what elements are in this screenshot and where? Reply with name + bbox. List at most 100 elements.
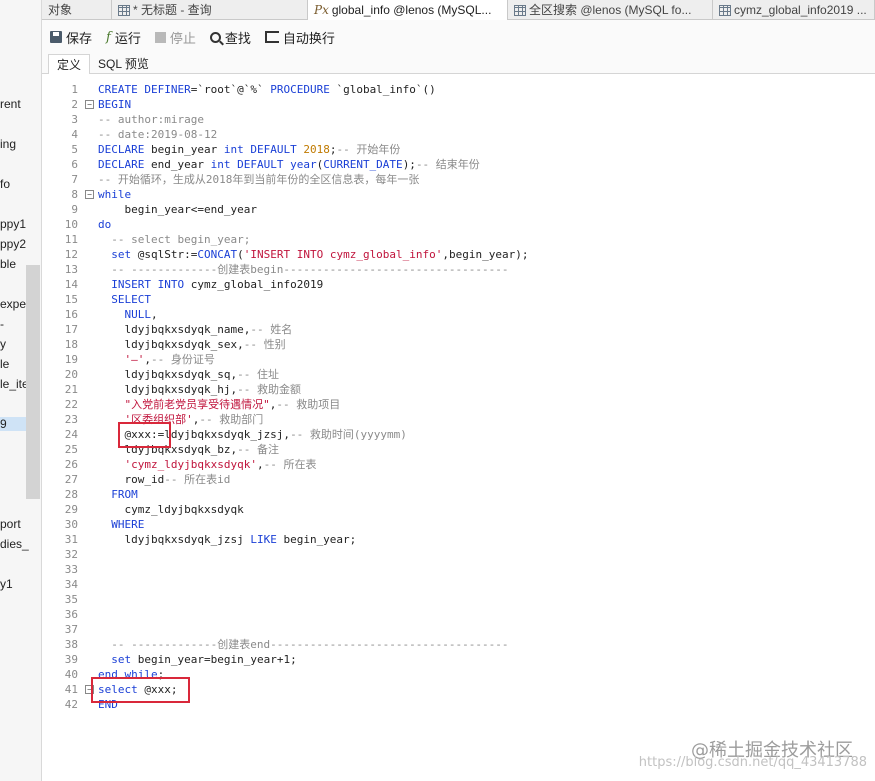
- code-line[interactable]: 22 "入党前老党员享受待遇情况",-- 救助项目: [42, 397, 875, 412]
- tree-item[interactable]: 9: [0, 417, 26, 431]
- code-line[interactable]: 2− BEGIN: [42, 97, 875, 112]
- stop-icon: [154, 31, 166, 43]
- tree-item[interactable]: ing: [0, 137, 16, 151]
- tree-item[interactable]: le: [0, 357, 9, 371]
- tree-item[interactable]: port: [0, 517, 21, 531]
- stop-button[interactable]: 停止: [154, 28, 196, 47]
- search-icon: [209, 31, 221, 43]
- code-line[interactable]: 8− while: [42, 187, 875, 202]
- code-line[interactable]: 28 FROM: [42, 487, 875, 502]
- tree-item[interactable]: ble: [0, 257, 16, 271]
- line-number: 14: [64, 278, 78, 291]
- code-line[interactable]: 5 DECLARE begin_year int DEFAULT 2018;-- …: [42, 142, 875, 157]
- code-text: 'cymz_ldyjbqkxsdyqk',-- 所在表: [124, 458, 317, 471]
- code-line[interactable]: 20 ldyjbqkxsdyqk_sq,-- 住址: [42, 367, 875, 382]
- code-line[interactable]: 15 SELECT: [42, 292, 875, 307]
- code-text: INSERT INTO cymz_global_info2019: [111, 278, 324, 291]
- code-line[interactable]: 21 ldyjbqkxsdyqk_hj,-- 救助金额: [42, 382, 875, 397]
- tree-item[interactable]: dies_: [0, 537, 29, 551]
- code-line[interactable]: 30 WHERE: [42, 517, 875, 532]
- tab-sql-preview[interactable]: SQL 预览: [90, 54, 157, 74]
- line-number: 26: [64, 458, 78, 471]
- code-text: WHERE: [111, 518, 145, 531]
- code-line[interactable]: 17 ldyjbqkxsdyqk_name,-- 姓名: [42, 322, 875, 337]
- line-number: 7: [71, 173, 78, 186]
- code-line[interactable]: 36: [42, 607, 875, 622]
- tree-item[interactable]: -: [0, 317, 4, 331]
- tree-item[interactable]: y: [0, 337, 6, 351]
- tree-item[interactable]: rent: [0, 97, 21, 111]
- line-number: 6: [71, 158, 78, 171]
- code-line[interactable]: 10 do: [42, 217, 875, 232]
- code-text: BEGIN: [98, 98, 132, 111]
- code-text: NULL,: [124, 308, 158, 321]
- tab-definition[interactable]: 定义: [48, 54, 91, 74]
- line-number: 8: [71, 188, 78, 201]
- fold-toggle-icon[interactable]: −: [85, 100, 94, 109]
- code-line[interactable]: 26 'cymz_ldyjbqkxsdyqk',-- 所在表: [42, 457, 875, 472]
- line-number: 36: [64, 608, 78, 621]
- code-line[interactable]: 19 '—',-- 身份证号: [42, 352, 875, 367]
- tree-item[interactable]: ppy2: [0, 237, 26, 251]
- tree-item[interactable]: le_ite: [0, 377, 29, 391]
- code-line[interactable]: 38 -- -------------创建表end---------------…: [42, 637, 875, 652]
- code-line[interactable]: 34: [42, 577, 875, 592]
- code-line[interactable]: 27 row_id-- 所在表id: [42, 472, 875, 487]
- editor-tab-label: global_info @lenos (MySQL...: [331, 3, 492, 17]
- tree-item[interactable]: y1: [0, 577, 13, 591]
- code-line[interactable]: 33: [42, 562, 875, 577]
- grid-icon: [514, 4, 526, 16]
- watermark-url: https://blog.csdn.net/qq_43413788: [638, 755, 867, 770]
- word-wrap-button[interactable]: 自动换行: [264, 28, 335, 47]
- side-scrollbar[interactable]: [26, 265, 40, 499]
- line-number: 25: [64, 443, 78, 456]
- editor-tab[interactable]: cymz_global_info2019 ...: [713, 0, 875, 20]
- code-line[interactable]: 12 set @sqlStr:=CONCAT('INSERT INTO cymz…: [42, 247, 875, 262]
- code-line[interactable]: 9 begin_year<=end_year: [42, 202, 875, 217]
- code-line[interactable]: 3 -- author:mirage: [42, 112, 875, 127]
- editor-tab-label: cymz_global_info2019 ...: [734, 3, 867, 17]
- fold-toggle-icon[interactable]: −: [85, 190, 94, 199]
- code-line[interactable]: 16 NULL,: [42, 307, 875, 322]
- code-line[interactable]: 35: [42, 592, 875, 607]
- stop-label: 停止: [169, 31, 196, 47]
- code-line[interactable]: 31 ldyjbqkxsdyqk_jzsj LIKE begin_year;: [42, 532, 875, 547]
- code-area[interactable]: 1 CREATE DEFINER=`root`@`%` PROCEDURE `gl…: [42, 82, 875, 712]
- code-text: while: [98, 188, 132, 201]
- code-text: ldyjbqkxsdyqk_sex,-- 性别: [98, 338, 286, 351]
- code-line[interactable]: 32: [42, 547, 875, 562]
- code-text: do: [98, 218, 112, 231]
- code-line[interactable]: 14 INSERT INTO cymz_global_info2019: [42, 277, 875, 292]
- line-number: 28: [64, 488, 78, 501]
- save-button[interactable]: 保存: [50, 28, 92, 47]
- run-button[interactable]: f 运行: [106, 28, 141, 47]
- editor-tab[interactable]: * 无标题 - 查询: [112, 0, 308, 20]
- code-text: ldyjbqkxsdyqk_name,-- 姓名: [98, 323, 293, 336]
- editor-tab[interactable]: Px global_info @lenos (MySQL...: [308, 0, 508, 20]
- tree-item[interactable]: ppy1: [0, 217, 26, 231]
- code-line[interactable]: 11 -- select begin_year;: [42, 232, 875, 247]
- sql-editor[interactable]: 1 CREATE DEFINER=`root`@`%` PROCEDURE `gl…: [42, 75, 875, 781]
- line-number: 1: [71, 83, 78, 96]
- line-number: 22: [64, 398, 78, 411]
- line-number: 27: [64, 473, 78, 486]
- code-line[interactable]: 13 -- -------------创建表begin-------------…: [42, 262, 875, 277]
- line-number: 21: [64, 383, 78, 396]
- editor-tab[interactable]: 全区搜索 @lenos (MySQL fo...: [508, 0, 713, 20]
- editor-tab-label: * 无标题 - 查询: [133, 3, 212, 17]
- code-line[interactable]: 1 CREATE DEFINER=`root`@`%` PROCEDURE `gl…: [42, 82, 875, 97]
- code-line[interactable]: 18 ldyjbqkxsdyqk_sex,-- 性别: [42, 337, 875, 352]
- code-line[interactable]: 29 cymz_ldyjbqkxsdyqk: [42, 502, 875, 517]
- tree-item[interactable]: fo: [0, 177, 10, 191]
- code-line[interactable]: 37: [42, 622, 875, 637]
- code-line[interactable]: 7 -- 开始循环，生成从2018年到当前年份的全区信息表，每年一张: [42, 172, 875, 187]
- editor-tab[interactable]: 对象: [42, 0, 112, 20]
- editor-tab-label: 对象: [48, 3, 73, 17]
- code-line[interactable]: 39 set begin_year=begin_year+1;: [42, 652, 875, 667]
- line-number: 39: [64, 653, 78, 666]
- code-line[interactable]: 4 -- date:2019-08-12: [42, 127, 875, 142]
- code-line[interactable]: 6 DECLARE end_year int DEFAULT year(CURRE…: [42, 157, 875, 172]
- code-text: '—',-- 身份证号: [124, 353, 215, 366]
- find-button[interactable]: 查找: [209, 28, 251, 47]
- tree-item[interactable]: expe: [0, 297, 26, 311]
